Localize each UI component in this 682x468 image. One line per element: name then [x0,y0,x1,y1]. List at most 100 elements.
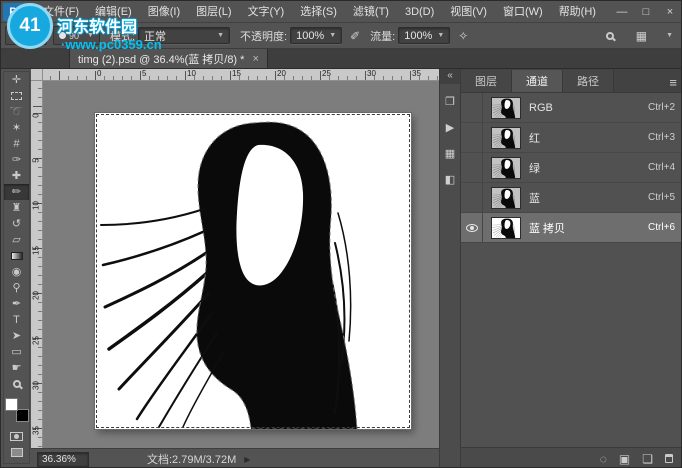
channel-row-green[interactable]: 绿 Ctrl+4 [461,153,682,183]
visibility-toggle[interactable] [461,93,483,123]
zoom-level-field[interactable]: 36.36% [37,452,89,467]
lasso-tool[interactable]: ➰ [4,104,29,120]
eyedropper-tool[interactable]: ✑ [4,152,29,168]
eraser-tool[interactable]: ▱ [4,232,29,248]
brush-tool[interactable]: ✏ [4,184,29,200]
ruler-label: 15 [232,69,241,78]
quick-selection-tool[interactable]: ✶ [4,120,29,136]
channel-row-red[interactable]: 红 Ctrl+3 [461,123,682,153]
tab-layers[interactable]: 图层 [461,70,512,92]
search-icon[interactable] [606,32,614,40]
menu-view[interactable]: 视图(V) [442,1,495,23]
opacity-value: 100% [296,30,324,42]
visibility-toggle[interactable] [461,183,483,213]
foreground-color-swatch[interactable] [5,398,18,411]
minimize-button[interactable]: — [615,6,629,18]
load-selection-icon[interactable]: ◌ [600,453,607,465]
spot-healing-brush-tool[interactable]: ✚ [4,168,29,184]
document-tab-title: timg (2).psd @ 36.4%(蓝 拷贝/8) * [78,51,244,67]
ruler-label: 0 [97,69,101,78]
crop-tool[interactable]: # [4,136,29,152]
clone-stamp-tool[interactable]: ♜ [4,200,29,216]
ruler-corner[interactable] [31,69,43,81]
actions-panel-icon[interactable]: ▶ [441,118,459,136]
healing-brush-tool-icon: ✚ [12,171,21,182]
tab-paths[interactable]: 路径 [563,70,614,92]
channel-thumbnail [491,217,521,239]
pressure-opacity-icon[interactable]: ✐ [350,29,360,43]
chevron-down-icon[interactable]: ▼ [666,32,673,39]
delete-channel-icon[interactable] [665,453,673,465]
info-panel-icon[interactable]: ◧ [441,170,459,188]
menu-window[interactable]: 窗口(W) [495,1,551,23]
canvas-image[interactable] [95,113,411,429]
channel-name: 蓝 [529,190,540,206]
save-selection-as-channel-icon[interactable]: ▣ [619,453,630,465]
tool-preset-picker[interactable]: ✏ ▼ [5,26,47,45]
crop-tool-icon: # [13,139,19,150]
channel-list: RGB Ctrl+2 红 Ctrl+3 绿 Ctrl+4 蓝 Ctrl+5 [461,93,682,243]
horizontal-ruler[interactable]: 0 5 10 15 20 25 30 35 [43,69,439,81]
menu-3d[interactable]: 3D(D) [397,1,442,23]
brush-preset-picker[interactable]: 90 ▼ [53,26,100,45]
quick-mask-button[interactable] [4,428,29,444]
menu-edit[interactable]: 编辑(E) [87,1,140,23]
close-button[interactable]: × [663,6,677,18]
options-bar: ✏ ▼ 90 ▼ 模式: 正常 ▼ 不透明度: 100% ▼ ✐ 流量: 100… [1,23,682,49]
document-tab[interactable]: timg (2).psd @ 36.4%(蓝 拷贝/8) * × [69,48,268,68]
rectangular-marquee-tool[interactable] [4,88,29,104]
mode-select[interactable]: 正常 ▼ [138,27,230,44]
chevron-down-icon: ▼ [329,32,336,39]
menu-filter[interactable]: 滤镜(T) [345,1,397,23]
hand-tool-icon: ☛ [12,363,22,374]
opacity-select[interactable]: 100% ▼ [290,27,342,44]
visibility-toggle[interactable] [461,213,483,243]
flow-select[interactable]: 100% ▼ [398,27,450,44]
channels-panel: 图层 通道 路径 ≡ RGB Ctrl+2 红 Ctrl+3 绿 Ct [461,69,682,468]
screen-mode-button[interactable] [4,444,29,460]
flow-value: 100% [404,30,432,42]
path-selection-tool[interactable]: ➤ [4,328,29,344]
menu-file[interactable]: 文件(F) [35,1,87,23]
new-channel-icon[interactable]: ❏ [642,453,653,465]
channel-row-rgb[interactable]: RGB Ctrl+2 [461,93,682,123]
history-panel-icon[interactable]: ❐ [441,92,459,110]
tab-close-icon[interactable]: × [252,53,258,65]
character-panel-icon[interactable]: ▦ [441,144,459,162]
blur-tool[interactable]: ◉ [4,264,29,280]
dodge-tool[interactable]: ⚲ [4,280,29,296]
tab-channels[interactable]: 通道 [512,70,563,92]
vertical-ruler[interactable]: 0 5 10 15 20 25 30 35 [31,81,43,448]
ruler-label: 25 [32,334,41,348]
menu-type[interactable]: 文字(Y) [240,1,293,23]
visibility-toggle[interactable] [461,123,483,153]
mode-label: 模式: [110,28,135,44]
maximize-button[interactable]: □ [639,6,653,18]
canvas-pasteboard[interactable] [43,81,439,448]
menu-layer[interactable]: 图层(L) [188,1,239,23]
expand-panels-icon[interactable]: « [440,69,460,84]
menu-help[interactable]: 帮助(H) [551,1,604,23]
airbrush-icon[interactable]: ✧ [458,29,468,43]
workspace-switcher-icon[interactable]: ▦ [636,29,647,43]
type-tool[interactable]: T [4,312,29,328]
shape-tool-icon: ▭ [11,347,21,358]
menu-image[interactable]: 图像(I) [140,1,188,23]
panel-menu-icon[interactable]: ≡ [669,78,677,88]
zoom-tool[interactable] [4,376,29,392]
gradient-tool[interactable] [4,248,29,264]
history-brush-tool[interactable]: ↺ [4,216,29,232]
status-options-arrow-icon[interactable]: ▶ [244,455,250,464]
history-brush-tool-icon: ↺ [12,219,21,230]
hand-tool[interactable]: ☛ [4,360,29,376]
channel-row-blue-copy[interactable]: 蓝 拷贝 Ctrl+6 [461,213,682,243]
photoshop-logo[interactable]: Ps [3,3,29,21]
eye-icon [466,224,478,232]
rectangle-shape-tool[interactable]: ▭ [4,344,29,360]
color-swatches [5,398,29,422]
channel-row-blue[interactable]: 蓝 Ctrl+5 [461,183,682,213]
pen-tool[interactable]: ✒ [4,296,29,312]
move-tool[interactable]: ✛ [4,72,29,88]
menu-select[interactable]: 选择(S) [292,1,345,23]
visibility-toggle[interactable] [461,153,483,183]
